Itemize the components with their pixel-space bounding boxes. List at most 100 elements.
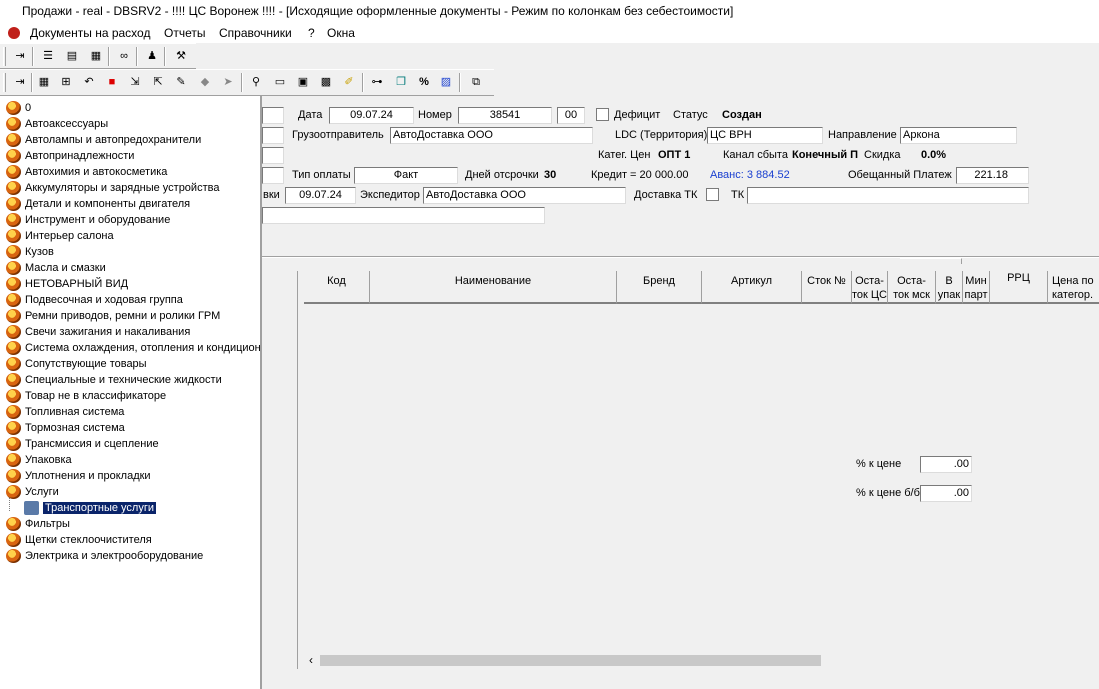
date-field[interactable]: 09.07.24 xyxy=(329,107,414,124)
menu-windows[interactable]: Окна xyxy=(327,23,355,43)
tree-item[interactable]: Тормозная система xyxy=(4,420,125,436)
deficit-checkbox[interactable] xyxy=(596,108,609,121)
exit-icon[interactable]: ⇥ xyxy=(11,74,29,91)
tree-item[interactable]: Автопринадлежности xyxy=(4,148,134,164)
items-grid[interactable]: Код Наименование Бренд Артикул Сток № Ос… xyxy=(297,271,1099,669)
tree-item[interactable]: Подвесочная и ходовая группа xyxy=(4,292,183,308)
import-icon[interactable]: ⇱ xyxy=(149,74,167,91)
document-icon[interactable]: ▭ xyxy=(271,74,289,91)
tree-item[interactable]: Щетки стеклоочистителя xyxy=(4,532,152,548)
arrow-icon[interactable]: ➤ xyxy=(219,74,237,91)
column-header[interactable]: Артикул xyxy=(702,271,802,304)
menu-reports[interactable]: Отчеты xyxy=(164,23,205,43)
tree-item[interactable]: Аккумуляторы и зарядные устройства xyxy=(4,180,219,196)
column-header[interactable]: Оста- ток мск xyxy=(888,271,936,304)
box-icon[interactable]: ◆ xyxy=(196,74,214,91)
edit-icon[interactable]: ✎ xyxy=(172,74,190,91)
tree-item[interactable]: Инструмент и оборудование xyxy=(4,212,170,228)
tree-item[interactable]: Кузов xyxy=(4,244,54,260)
save-all-icon[interactable]: ▩ xyxy=(317,74,335,91)
red-stop-icon[interactable]: ■ xyxy=(103,74,121,91)
form-icon[interactable]: ▤ xyxy=(63,48,81,65)
column-header[interactable]: Оста- ток ЦС xyxy=(852,271,888,304)
left-cut-field[interactable] xyxy=(262,107,284,124)
binoculars-icon[interactable]: ∞ xyxy=(115,48,133,65)
left-cut-field[interactable] xyxy=(262,147,284,164)
undo-icon[interactable]: ↶ xyxy=(80,74,98,91)
tree-item[interactable]: Товар не в классификаторе xyxy=(4,388,166,404)
tree-item[interactable]: Ремни приводов, ремни и ролики ГРМ xyxy=(4,308,220,324)
tree-item[interactable]: Топливная система xyxy=(4,404,124,420)
percent-icon[interactable]: % xyxy=(415,74,433,91)
column-header[interactable]: Мин парт xyxy=(963,271,990,304)
tree-item[interactable]: Специальные и технические жидкости xyxy=(4,372,222,388)
menu-documents[interactable]: Документы на расход xyxy=(30,23,150,43)
ship-date-field[interactable]: 09.07.24 xyxy=(285,187,356,204)
tree-item[interactable]: Детали и компоненты двигателя xyxy=(4,196,190,212)
category-icon xyxy=(6,325,21,339)
percent-price-bb-field[interactable]: .00 xyxy=(920,485,972,502)
direction-field[interactable]: Аркона xyxy=(900,127,1017,144)
list-icon[interactable]: ☰ xyxy=(39,48,57,65)
menu-app-icon[interactable] xyxy=(8,27,20,39)
grid-icon[interactable]: ▦ xyxy=(35,74,53,91)
left-cut-field[interactable] xyxy=(262,167,284,184)
column-header[interactable]: РРЦ xyxy=(990,271,1048,304)
number-suffix-field[interactable]: 00 xyxy=(557,107,585,124)
toolbar-grip[interactable] xyxy=(3,47,6,66)
tree-item-selected[interactable]: Транспортные услуги xyxy=(22,500,157,516)
tree-item[interactable]: Сопутствующие товары xyxy=(4,356,147,372)
save-icon[interactable]: ▣ xyxy=(294,74,312,91)
tree-item[interactable]: Интерьер салона xyxy=(4,228,114,244)
promised-payment-field[interactable]: 221.18 xyxy=(956,167,1029,184)
tree-item[interactable]: Масла и смазки xyxy=(4,260,106,276)
column-header[interactable]: Наименование xyxy=(370,271,617,304)
tree-item[interactable]: Услуги xyxy=(4,484,59,500)
tree-item[interactable]: Уплотнения и прокладки xyxy=(4,468,151,484)
windows-icon[interactable]: ⧉ xyxy=(467,74,485,91)
chart-icon[interactable]: ▨ xyxy=(437,74,455,91)
tk-field[interactable] xyxy=(747,187,1029,204)
tree-item[interactable]: Автоаксессуары xyxy=(4,116,108,132)
left-cut-field[interactable] xyxy=(262,127,284,144)
category-tree[interactable]: 0 Автоаксессуары Автолампы и автопредохр… xyxy=(0,96,262,689)
search-icon[interactable]: ⚲ xyxy=(247,74,265,91)
column-header[interactable]: Цена по категор. xyxy=(1048,271,1099,304)
tree-item[interactable]: Автохимия и автокосметика xyxy=(4,164,167,180)
ldc-field[interactable]: ЦС ВРН xyxy=(707,127,823,144)
tree-item[interactable]: Фильтры xyxy=(4,516,70,532)
tree-item[interactable]: НЕТОВАРНЫЙ ВИД xyxy=(4,276,128,292)
payment-type-field[interactable]: Факт xyxy=(354,167,458,184)
tree-icon[interactable]: ⊞ xyxy=(57,74,75,91)
shipper-field[interactable]: АвтоДоставка ООО xyxy=(390,127,593,144)
tools-icon[interactable]: ⚒ xyxy=(172,48,190,65)
column-header[interactable]: Сток № xyxy=(802,271,852,304)
report-icon[interactable]: ▦ xyxy=(87,48,105,65)
menu-help[interactable]: ? xyxy=(308,23,315,43)
tree-item[interactable]: Трансмиссия и сцепление xyxy=(4,436,159,452)
export-icon[interactable]: ⇲ xyxy=(126,74,144,91)
column-header[interactable]: Бренд xyxy=(617,271,702,304)
tk-delivery-checkbox[interactable] xyxy=(706,188,719,201)
tree-item[interactable]: 0 xyxy=(4,100,31,116)
column-header[interactable]: Код xyxy=(304,271,370,304)
forwarder-field[interactable]: АвтоДоставка ООО xyxy=(423,187,626,204)
users-icon[interactable]: ♟ xyxy=(143,48,161,65)
tree-item[interactable]: Свечи зажигания и накаливания xyxy=(4,324,190,340)
marker-icon[interactable]: ✐ xyxy=(340,74,358,91)
percent-price-field[interactable]: .00 xyxy=(920,456,972,473)
column-header[interactable]: В упак xyxy=(936,271,963,304)
tree-item[interactable]: Электрика и электрооборудование xyxy=(4,548,203,564)
comment-field[interactable] xyxy=(262,207,545,224)
scroll-left-icon[interactable]: ‹ xyxy=(305,653,317,667)
number-field[interactable]: 38541 xyxy=(458,107,552,124)
toolbar-grip[interactable] xyxy=(3,73,6,92)
tree-item[interactable]: Автолампы и автопредохранители xyxy=(4,132,201,148)
scrollbar-thumb[interactable] xyxy=(320,655,821,666)
link-icon[interactable]: ⊶ xyxy=(368,74,386,91)
tree-item[interactable]: Система охлаждения, отопления и кондицио… xyxy=(4,340,260,356)
copy-icon[interactable]: ❐ xyxy=(392,74,410,91)
tree-item[interactable]: Упаковка xyxy=(4,452,72,468)
menu-references[interactable]: Справочники xyxy=(219,23,292,43)
exit-icon[interactable]: ⇥ xyxy=(11,48,29,65)
